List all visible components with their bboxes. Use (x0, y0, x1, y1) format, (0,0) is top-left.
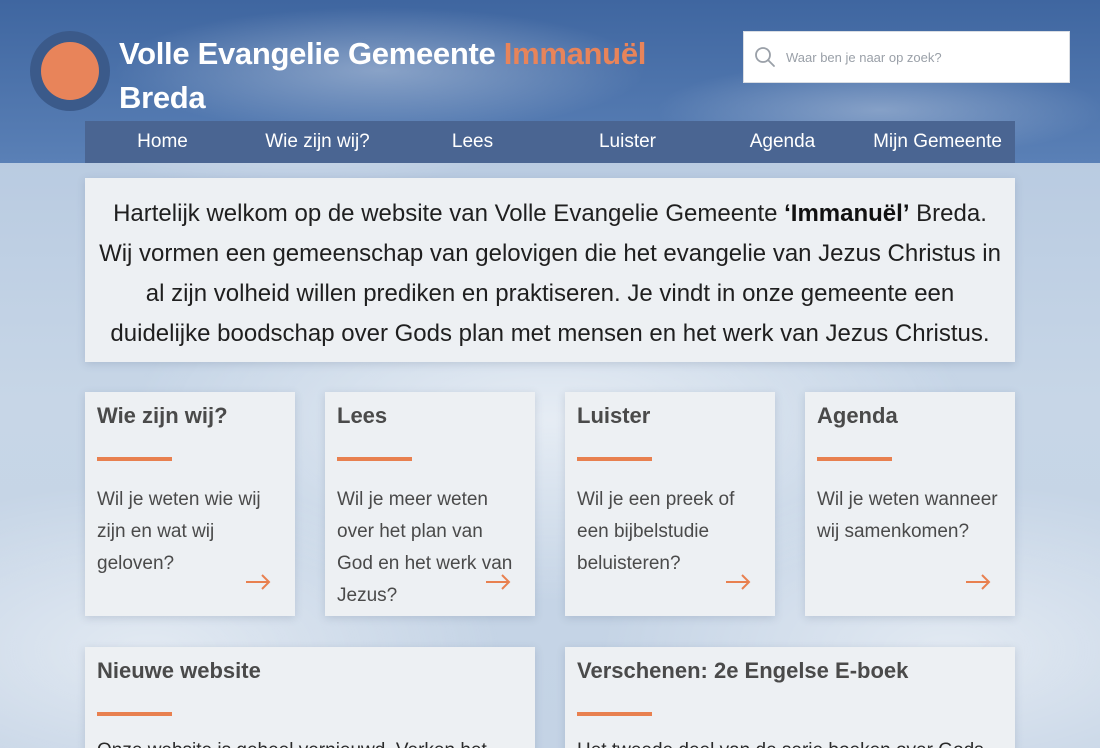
card-text: Wil je weten wie wij zijn en wat wij gel… (97, 489, 261, 574)
card-title: Agenda (817, 403, 898, 428)
card-title: Lees (337, 403, 388, 428)
card-text: Wil je een preek of een bijbelstudie bel… (577, 489, 735, 574)
intro-text: Hartelijk welkom op de website van Volle… (85, 178, 1015, 362)
news-divider (97, 712, 172, 716)
search-input[interactable] (786, 32, 1056, 82)
card-lees[interactable]: Lees Wil je meer weten over het plan van… (325, 392, 535, 616)
logo[interactable] (30, 31, 110, 111)
card-wie-zijn-wij[interactable]: Wie zijn wij? Wil je weten wie wij zijn … (85, 392, 295, 616)
card-divider (337, 457, 412, 461)
card-text: Wil je meer weten over het plan van God … (337, 489, 513, 606)
card-agenda[interactable]: Agenda Wil je weten wanneer wij samenkom… (805, 392, 1015, 616)
arrow-right-icon[interactable] (725, 574, 751, 590)
nav-item-agenda[interactable]: Agenda (705, 121, 860, 163)
news-item-engelse-e-boek[interactable]: Verschenen: 2e Engelse E-boek Het tweede… (565, 647, 1015, 748)
card-title: Wie zijn wij? (97, 403, 228, 428)
nav-item-mijn-gemeente[interactable]: Mijn Gemeente (860, 121, 1015, 163)
nav-item-luister[interactable]: Luister (550, 121, 705, 163)
news-divider (577, 712, 652, 716)
news-text: Het tweede deel van de serie boeken over… (577, 735, 1003, 748)
main-nav: Home Wie zijn wij? Lees Luister Agenda M… (85, 121, 1015, 163)
nav-item-wie-zijn-wij[interactable]: Wie zijn wij? (240, 121, 395, 163)
intro-before: Hartelijk welkom op de website van Volle… (113, 200, 785, 227)
news-title: Nieuwe website (97, 658, 261, 683)
site-title-city: Breda (119, 80, 206, 115)
card-luister[interactable]: Luister Wil je een preek of een bijbelst… (565, 392, 775, 616)
site-title-main: Volle Evangelie Gemeente (119, 36, 504, 71)
news-title: Verschenen: 2e Engelse E-boek (577, 658, 909, 683)
card-text: Wil je weten wanneer wij samenkomen? (817, 489, 998, 542)
intro-highlight: ‘Immanuël’ (784, 200, 910, 227)
nav-item-home[interactable]: Home (85, 121, 240, 163)
search-icon[interactable] (744, 31, 786, 83)
search-box[interactable] (743, 31, 1070, 83)
site-title-accent: Immanuël (503, 36, 647, 71)
news-text: Onze website is geheel vernieuwd. Verken… (97, 735, 523, 748)
card-title: Luister (577, 403, 651, 428)
card-divider (97, 457, 172, 461)
news-item-nieuwe-website[interactable]: Nieuwe website Onze website is geheel ve… (85, 647, 535, 748)
arrow-right-icon[interactable] (485, 574, 511, 590)
arrow-right-icon[interactable] (965, 574, 991, 590)
arrow-right-icon[interactable] (245, 574, 271, 590)
card-divider (577, 457, 652, 461)
site-title[interactable]: Volle Evangelie Gemeente Immanuël Breda (119, 32, 679, 120)
logo-circle-icon (41, 42, 99, 100)
nav-item-lees[interactable]: Lees (395, 121, 550, 163)
card-divider (817, 457, 892, 461)
